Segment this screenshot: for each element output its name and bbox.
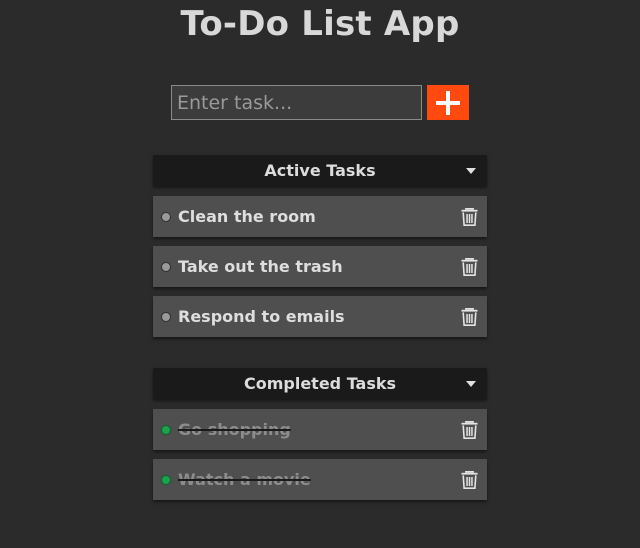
task-input[interactable] bbox=[171, 85, 422, 120]
task-item: Take out the trash bbox=[153, 246, 487, 287]
trash-icon[interactable] bbox=[461, 257, 478, 276]
task-item: Go shopping bbox=[153, 409, 487, 450]
task-status-toggle[interactable] bbox=[161, 261, 171, 272]
completed-tasks-title: Completed Tasks bbox=[243, 374, 397, 393]
task-label: Take out the trash bbox=[178, 257, 343, 276]
task-status-toggle[interactable] bbox=[161, 311, 171, 322]
task-item: Watch a movie bbox=[153, 459, 487, 500]
active-tasks-header[interactable]: Active Tasks bbox=[153, 155, 487, 186]
add-task-row bbox=[171, 85, 469, 120]
task-label: Clean the room bbox=[178, 207, 316, 226]
task-status-toggle[interactable] bbox=[161, 424, 171, 435]
completed-task-list: Go shopping Watch a movie bbox=[153, 409, 487, 509]
task-label: Respond to emails bbox=[178, 307, 345, 326]
task-label: Go shopping bbox=[178, 420, 291, 439]
chevron-down-icon[interactable] bbox=[466, 168, 476, 174]
task-label: Watch a movie bbox=[178, 470, 311, 489]
page-title: To-Do List App bbox=[180, 4, 460, 44]
trash-icon[interactable] bbox=[461, 420, 478, 439]
trash-icon[interactable] bbox=[461, 307, 478, 326]
chevron-down-icon[interactable] bbox=[466, 381, 476, 387]
trash-icon[interactable] bbox=[461, 207, 478, 226]
plus-icon-stroke bbox=[446, 90, 450, 115]
task-item: Respond to emails bbox=[153, 296, 487, 337]
task-item: Clean the room bbox=[153, 196, 487, 237]
task-status-toggle[interactable] bbox=[161, 211, 171, 222]
active-tasks-title: Active Tasks bbox=[264, 161, 376, 180]
task-status-toggle[interactable] bbox=[161, 474, 171, 485]
completed-tasks-header[interactable]: Completed Tasks bbox=[153, 368, 487, 399]
active-task-list: Clean the room Take out the trash Respon… bbox=[153, 196, 487, 346]
add-task-button[interactable] bbox=[427, 85, 469, 120]
trash-icon[interactable] bbox=[461, 470, 478, 489]
